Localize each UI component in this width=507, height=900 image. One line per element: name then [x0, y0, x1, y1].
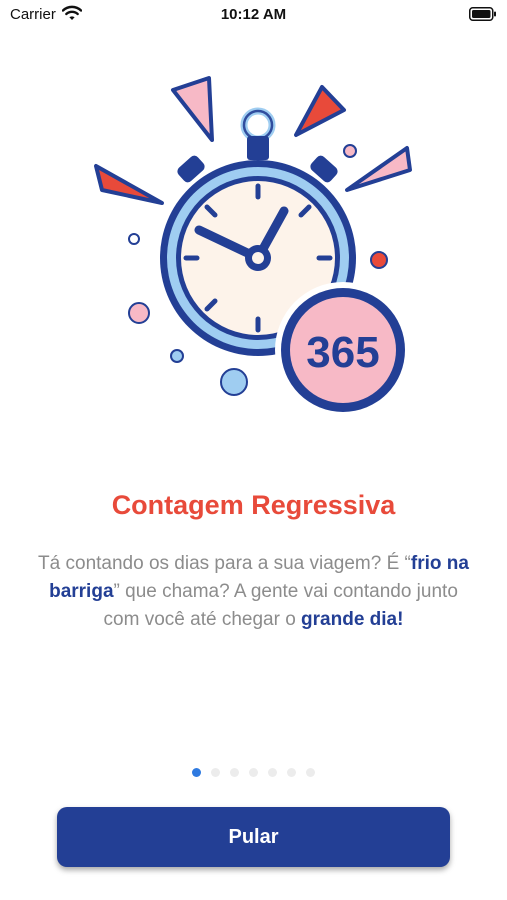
bubble-shape: [220, 368, 248, 396]
page-dot[interactable]: [306, 768, 315, 777]
description-text: Tá contando os dias para a sua viagem? É…: [38, 553, 411, 574]
status-bar: Carrier 10:12 AM: [0, 0, 507, 30]
status-time: 10:12 AM: [220, 6, 287, 23]
description-highlight: grande dia!: [301, 609, 404, 630]
burst-ray-shape: [345, 146, 412, 192]
bubble-shape: [170, 349, 184, 363]
page-dot[interactable]: [211, 768, 220, 777]
description-text: ” que chama? A gente vai contando junto …: [103, 581, 458, 630]
bubble-shape: [370, 251, 388, 269]
battery-icon: [469, 7, 497, 25]
burst-ray-shape: [294, 85, 346, 137]
page-dot[interactable]: [268, 768, 277, 777]
bubble-shape: [128, 302, 150, 324]
burst-ray-shape: [94, 164, 164, 205]
onboarding-title: Contagem Regressiva: [111, 490, 396, 520]
burst-ray-shape: [171, 76, 214, 142]
onboarding-description: Tá contando os dias para a sua viagem? É…: [30, 550, 477, 634]
bubble-shape: [343, 144, 357, 158]
page-dot[interactable]: [230, 768, 239, 777]
page-dot[interactable]: [287, 768, 296, 777]
bubble-shape: [128, 233, 140, 245]
countdown-badge-number: 365: [306, 328, 379, 377]
page-dot[interactable]: [249, 768, 258, 777]
stopwatch-illustration: 365: [80, 75, 425, 430]
skip-button[interactable]: Pular: [57, 807, 450, 867]
page-indicator[interactable]: [0, 768, 507, 777]
page-dot-active[interactable]: [192, 768, 201, 777]
